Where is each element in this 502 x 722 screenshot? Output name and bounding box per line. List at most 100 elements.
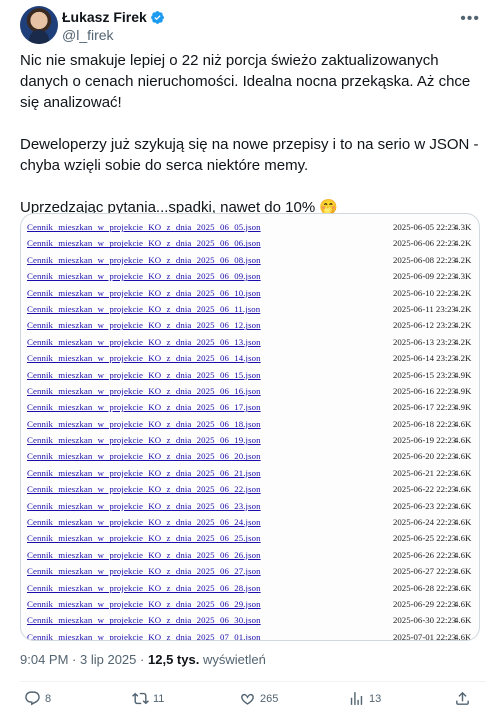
file-list: Cennik mieszkan w projekcie KO z dnia 20…	[21, 219, 479, 641]
file-date: 2025-06-16 22:23	[393, 385, 457, 396]
file-date: 2025-06-11 23:23	[393, 303, 456, 314]
author-handle[interactable]: @l_firek	[62, 27, 114, 43]
file-row: Cennik mieszkan w projekcie KO z dnia 20…	[21, 580, 479, 596]
file-link[interactable]: Cennik mieszkan w projekcie KO z dnia 20…	[27, 530, 261, 546]
file-date: 2025-07-01 22:23	[393, 631, 457, 641]
heart-icon	[241, 693, 254, 705]
file-row: Cennik mieszkan w projekcie KO z dnia 20…	[21, 252, 479, 268]
file-date: 2025-06-09 22:23	[393, 271, 457, 282]
file-row: Cennik mieszkan w projekcie KO z dnia 20…	[21, 563, 479, 579]
file-link[interactable]: Cennik mieszkan w projekcie KO z dnia 20…	[27, 350, 261, 366]
file-row: Cennik mieszkan w projekcie KO z dnia 20…	[21, 498, 479, 514]
divider	[20, 681, 486, 682]
file-size: 4.6K	[454, 615, 472, 626]
file-link[interactable]: Cennik mieszkan w projekcie KO z dnia 20…	[27, 219, 261, 235]
file-link[interactable]: Cennik mieszkan w projekcie KO z dnia 20…	[27, 301, 260, 317]
repost-button[interactable]: 11	[132, 690, 164, 707]
reply-button[interactable]: 8	[24, 690, 51, 707]
attached-image-file-listing[interactable]: Cennik mieszkan w projekcie KO z dnia 20…	[20, 213, 480, 641]
file-date: 2025-06-19 22:23	[393, 435, 457, 446]
share-button[interactable]	[454, 690, 471, 707]
file-row: Cennik mieszkan w projekcie KO z dnia 20…	[21, 219, 479, 235]
file-link[interactable]: Cennik mieszkan w projekcie KO z dnia 20…	[27, 432, 261, 448]
file-row: Cennik mieszkan w projekcie KO z dnia 20…	[21, 432, 479, 448]
file-link[interactable]: Cennik mieszkan w projekcie KO z dnia 20…	[27, 416, 261, 432]
file-date: 2025-06-23 22:23	[393, 500, 457, 511]
file-size: 4.9K	[454, 369, 472, 380]
like-button[interactable]: 265	[239, 690, 278, 707]
file-size: 4.6K	[454, 467, 472, 478]
file-date: 2025-06-13 23:23	[393, 336, 457, 347]
file-date: 2025-06-22 22:23	[393, 484, 457, 495]
tweet-metadata: 9:04 PM · 3 lip 2025 · 12,5 tys. wyświet…	[20, 652, 266, 667]
file-size: 4.2K	[454, 336, 472, 347]
file-link[interactable]: Cennik mieszkan w projekcie KO z dnia 20…	[27, 399, 261, 415]
avatar[interactable]	[20, 6, 58, 44]
file-link[interactable]: Cennik mieszkan w projekcie KO z dnia 20…	[27, 481, 261, 497]
author-display-name[interactable]: Łukasz Firek	[62, 9, 147, 25]
file-link[interactable]: Cennik mieszkan w projekcie KO z dnia 20…	[27, 252, 261, 268]
file-link[interactable]: Cennik mieszkan w projekcie KO z dnia 20…	[27, 547, 261, 563]
file-link[interactable]: Cennik mieszkan w projekcie KO z dnia 20…	[27, 367, 261, 383]
tweet-date[interactable]: 3 lip 2025	[80, 652, 136, 667]
file-date: 2025-06-15 23:23	[393, 369, 457, 380]
file-date: 2025-06-08 22:23	[393, 254, 457, 265]
file-date: 2025-06-21 22:23	[393, 467, 457, 478]
file-row: Cennik mieszkan w projekcie KO z dnia 20…	[21, 301, 479, 317]
tweet-text: Nic nie smakuje lepiej o 22 niż porcja ś…	[20, 50, 488, 218]
file-link[interactable]: Cennik mieszkan w projekcie KO z dnia 20…	[27, 383, 261, 399]
file-size: 4.6K	[454, 549, 472, 560]
bookmark-button[interactable]: 13	[348, 690, 381, 707]
tweet-time[interactable]: 9:04 PM	[20, 652, 68, 667]
tweet-paragraph: Deweloperzy już szykują się na nowe prze…	[20, 136, 479, 174]
file-row: Cennik mieszkan w projekcie KO z dnia 20…	[21, 448, 479, 464]
file-row: Cennik mieszkan w projekcie KO z dnia 20…	[21, 350, 479, 366]
file-link[interactable]: Cennik mieszkan w projekcie KO z dnia 20…	[27, 514, 261, 530]
file-row: Cennik mieszkan w projekcie KO z dnia 20…	[21, 465, 479, 481]
file-row: Cennik mieszkan w projekcie KO z dnia 20…	[21, 530, 479, 546]
views-count: 12,5 tys.	[148, 652, 200, 667]
file-link[interactable]: Cennik mieszkan w projekcie KO z dnia 20…	[27, 317, 261, 333]
file-size: 4.6K	[454, 484, 472, 495]
more-icon[interactable]: •••	[460, 10, 480, 28]
file-link[interactable]: Cennik mieszkan w projekcie KO z dnia 20…	[27, 268, 261, 284]
file-link[interactable]: Cennik mieszkan w projekcie KO z dnia 20…	[27, 629, 261, 640]
file-link[interactable]: Cennik mieszkan w projekcie KO z dnia 20…	[27, 498, 261, 514]
file-size: 4.2K	[454, 238, 472, 249]
file-row: Cennik mieszkan w projekcie KO z dnia 20…	[21, 334, 479, 350]
file-link[interactable]: Cennik mieszkan w projekcie KO z dnia 20…	[27, 596, 261, 612]
file-date: 2025-06-26 22:23	[393, 549, 457, 560]
file-row: Cennik mieszkan w projekcie KO z dnia 20…	[21, 285, 479, 301]
file-size: 4.6K	[454, 500, 472, 511]
file-link[interactable]: Cennik mieszkan w projekcie KO z dnia 20…	[27, 334, 261, 350]
file-size: 4.6K	[454, 517, 472, 528]
file-link[interactable]: Cennik mieszkan w projekcie KO z dnia 20…	[27, 563, 261, 579]
share-icon	[456, 691, 469, 705]
file-date: 2025-06-28 22:23	[393, 582, 457, 593]
file-size: 4.6K	[454, 582, 472, 593]
file-link[interactable]: Cennik mieszkan w projekcie KO z dnia 20…	[27, 285, 261, 301]
file-link[interactable]: Cennik mieszkan w projekcie KO z dnia 20…	[27, 580, 261, 596]
file-size: 4.9K	[454, 385, 472, 396]
file-size: 4.2K	[454, 353, 472, 364]
meta-separator: ·	[72, 652, 77, 667]
file-row: Cennik mieszkan w projekcie KO z dnia 20…	[21, 612, 479, 628]
file-row: Cennik mieszkan w projekcie KO z dnia 20…	[21, 317, 479, 333]
file-size: 4.6K	[454, 533, 472, 544]
file-date: 2025-06-20 22:23	[393, 451, 457, 462]
file-date: 2025-06-30 22:23	[393, 615, 457, 626]
file-link[interactable]: Cennik mieszkan w projekcie KO z dnia 20…	[27, 465, 261, 481]
file-row: Cennik mieszkan w projekcie KO z dnia 20…	[21, 235, 479, 251]
file-date: 2025-06-25 22:23	[393, 533, 457, 544]
reply-icon	[25, 691, 40, 706]
bookmark-icon	[350, 692, 363, 705]
verified-badge-icon[interactable]	[150, 10, 165, 25]
action-bar: 8 11 265 13	[20, 690, 482, 714]
file-size: 4.9K	[454, 402, 472, 413]
file-link[interactable]: Cennik mieszkan w projekcie KO z dnia 20…	[27, 448, 261, 464]
file-link[interactable]: Cennik mieszkan w projekcie KO z dnia 20…	[27, 235, 261, 251]
file-link[interactable]: Cennik mieszkan w projekcie KO z dnia 20…	[27, 612, 261, 628]
file-date: 2025-06-29 22:23	[393, 598, 457, 609]
repost-count: 11	[153, 692, 165, 705]
file-size: 4.2K	[454, 287, 472, 298]
